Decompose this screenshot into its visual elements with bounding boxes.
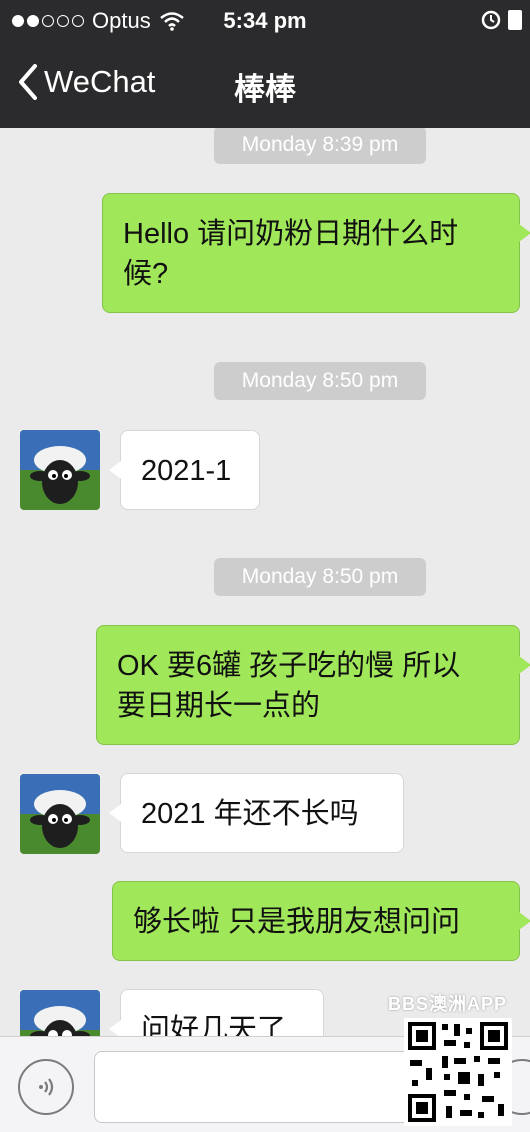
message-outgoing[interactable]: Hello 请问奶粉日期什么时 候?: [102, 193, 530, 313]
voice-icon: [39, 1078, 54, 1096]
sheep-avatar-icon: [20, 990, 100, 1036]
message-outgoing[interactable]: 够长啦 只是我朋友想问问: [112, 881, 530, 961]
timestamp: Monday 8:39 pm: [214, 128, 426, 164]
sheep-avatar-icon: [20, 774, 100, 854]
alarm-icon: [481, 10, 501, 30]
chat-title[interactable]: 棒棒: [0, 64, 530, 109]
status-right: [480, 8, 522, 30]
status-time: 5:34 pm: [223, 8, 307, 33]
voice-button[interactable]: [18, 1059, 74, 1115]
avatar[interactable]: [20, 990, 100, 1036]
avatar[interactable]: [20, 430, 100, 510]
battery-icon: [508, 10, 522, 30]
message-outgoing[interactable]: OK 要6罐 孩子吃的慢 所以 要日期长一点的: [96, 625, 530, 745]
timestamp: Monday 8:50 pm: [214, 558, 426, 596]
timestamp: Monday 8:50 pm: [214, 362, 426, 400]
status-bar: Optus 5:34 pm: [0, 0, 530, 42]
message-incoming[interactable]: 2021 年还不长吗: [109, 773, 404, 853]
chat-area[interactable]: Monday 8:39 pm Hello 请问奶粉日期什么时 候? Monday…: [0, 128, 530, 1036]
message-input[interactable]: [94, 1051, 414, 1123]
sheep-avatar-icon: [20, 430, 100, 510]
avatar[interactable]: [20, 774, 100, 854]
nav-bar: WeChat 棒棒: [0, 42, 530, 128]
message-incoming[interactable]: 2021-1: [109, 430, 260, 510]
message-incoming[interactable]: 问好几天了: [109, 989, 324, 1036]
qr-code-icon: [404, 1018, 512, 1126]
watermark: BBS澳洲APP: [388, 994, 508, 1014]
